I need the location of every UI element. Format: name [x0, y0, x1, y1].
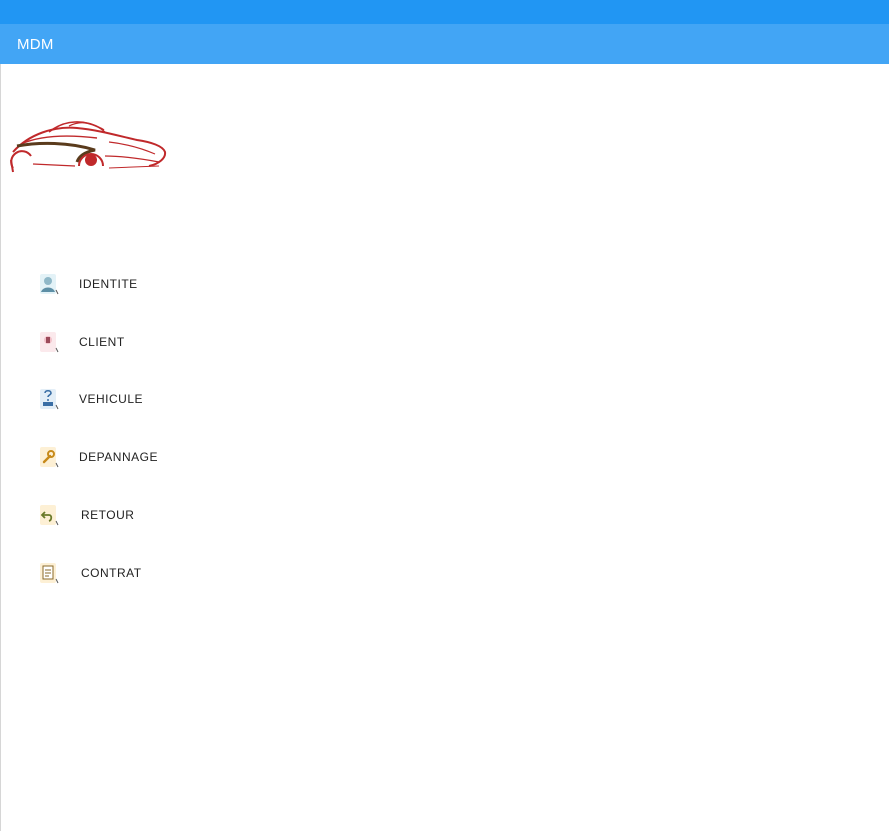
- vehicle-icon: [40, 389, 59, 410]
- status-bar: [0, 0, 889, 24]
- menu-item-retour[interactable]: RETOUR: [37, 500, 134, 530]
- menu-item-label: IDENTITE: [79, 277, 138, 291]
- menu-item-depannage[interactable]: DEPANNAGE: [37, 442, 158, 472]
- menu-item-label: DEPANNAGE: [79, 450, 158, 464]
- main-content: IDENTITE CLIENT VEHICULE DEPANNAGE RETOU…: [0, 64, 889, 831]
- menu-item-label: CLIENT: [79, 335, 125, 349]
- menu-item-vehicule[interactable]: VEHICULE: [37, 384, 143, 414]
- menu-item-label: VEHICULE: [79, 392, 144, 406]
- app-title: MDM: [17, 35, 54, 53]
- identity-icon: [40, 274, 59, 295]
- menu-item-label: CONTRAT: [81, 566, 142, 580]
- menu-item-client[interactable]: CLIENT: [37, 327, 125, 357]
- wrench-icon: [40, 447, 59, 468]
- menu-item-contrat[interactable]: CONTRAT: [37, 558, 142, 588]
- menu-item-label: RETOUR: [81, 508, 135, 522]
- contract-icon: [40, 563, 59, 584]
- menu-item-identite[interactable]: IDENTITE: [37, 269, 138, 299]
- return-icon: [40, 505, 59, 526]
- client-icon: [40, 332, 59, 353]
- car-logo: [10, 121, 167, 173]
- app-bar: MDM: [0, 24, 889, 64]
